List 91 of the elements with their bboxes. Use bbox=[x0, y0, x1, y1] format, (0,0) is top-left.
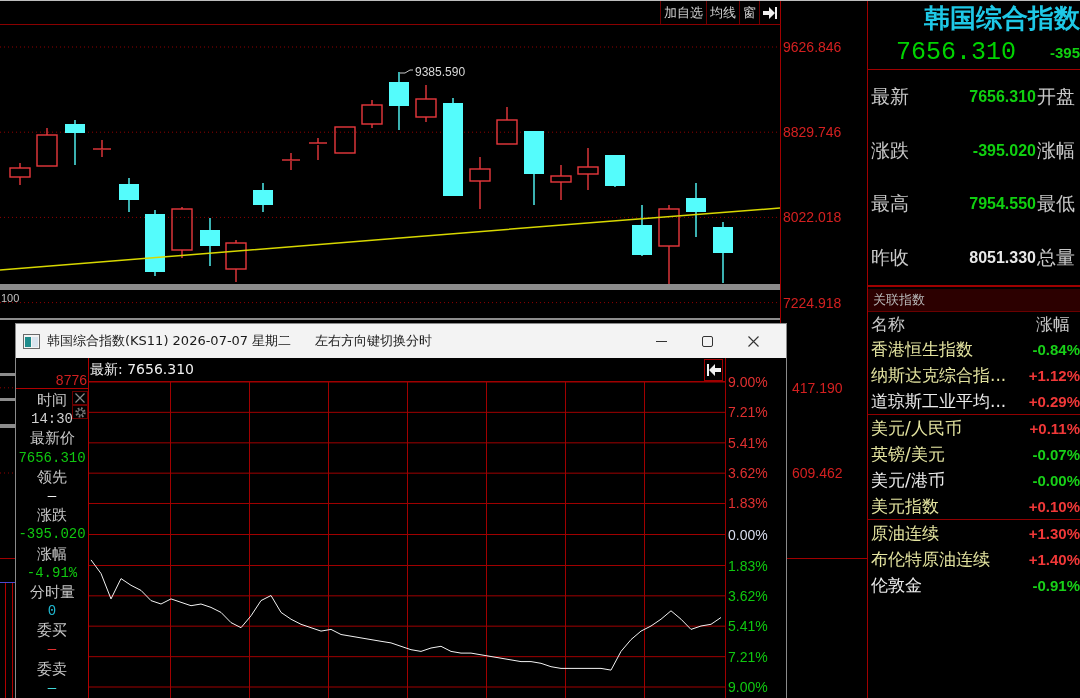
quote-label: 涨幅 bbox=[1036, 137, 1076, 163]
info-label: 涨幅 bbox=[37, 544, 67, 563]
settings-icon bbox=[74, 406, 86, 418]
index-name[interactable]: 原油连续 bbox=[871, 521, 939, 545]
index-name[interactable]: 美元/港币 bbox=[871, 468, 945, 492]
price-axis-label: 9626.846 bbox=[783, 39, 842, 55]
info-value: 7656.310 bbox=[18, 449, 86, 466]
axis-label: 0.00% bbox=[728, 526, 768, 543]
section-header: 关联指数 bbox=[868, 289, 1080, 312]
info-label: 委卖 bbox=[37, 659, 67, 678]
change-percent: -0.84% bbox=[1032, 340, 1080, 358]
axis-label: 9.00% bbox=[728, 374, 768, 390]
minimize-icon bbox=[655, 340, 667, 342]
price-axis-label: 7224.918 bbox=[783, 294, 842, 311]
price-axis-label: 8829.746 bbox=[783, 124, 842, 141]
price-axis-label: 8022.018 bbox=[783, 209, 842, 226]
change-percent: +0.11% bbox=[1029, 419, 1080, 437]
quote-label: 最低 bbox=[1036, 191, 1076, 217]
app-icon bbox=[23, 333, 40, 349]
quote-label: 开盘 bbox=[1036, 83, 1076, 109]
change-percent: -0.07% bbox=[1032, 445, 1080, 463]
price-axis-label: 417.190 bbox=[792, 379, 843, 396]
info-label: 领先 bbox=[37, 467, 67, 486]
scale-label: 8776 bbox=[55, 372, 87, 388]
column-header: 名称 bbox=[871, 312, 906, 336]
change-percent: +0.29% bbox=[1028, 392, 1080, 410]
quote-label: 昨收 bbox=[870, 245, 910, 271]
index-name[interactable]: 美元/人民币 bbox=[871, 416, 962, 440]
panel-toggle-button[interactable] bbox=[759, 1, 780, 24]
settings-button[interactable] bbox=[72, 405, 88, 419]
index-name[interactable]: 美元指数 bbox=[871, 494, 939, 518]
quote-label: 总量 bbox=[1036, 245, 1076, 271]
index-name[interactable]: 道琼斯工业平均... bbox=[871, 389, 1007, 413]
info-value: 14:30 bbox=[31, 411, 73, 428]
axis-label: 3.62% bbox=[728, 587, 768, 604]
axis-label: 9.00% bbox=[728, 679, 768, 695]
change-percent: +1.40% bbox=[1028, 550, 1080, 568]
toolbar-button[interactable]: 加自选 bbox=[660, 1, 706, 24]
price-change: -395 bbox=[1049, 43, 1080, 61]
hint-text: 左右方向键切换分时 bbox=[315, 332, 433, 350]
quote-label: 最新 bbox=[870, 83, 910, 109]
column-header: 涨幅 bbox=[1036, 312, 1071, 336]
price-axis-label: 609.462 bbox=[792, 465, 843, 481]
last-price: 7656.310 bbox=[895, 37, 1017, 67]
info-value: — bbox=[47, 487, 57, 504]
info-label: 最新价 bbox=[29, 429, 75, 448]
change-percent: +0.10% bbox=[1028, 497, 1080, 515]
close-icon bbox=[747, 335, 759, 347]
maximize-icon bbox=[701, 335, 713, 347]
info-value: -4.91% bbox=[26, 564, 78, 581]
index-name[interactable]: 英镑/美元 bbox=[871, 442, 945, 466]
axis-label: 1.83% bbox=[728, 495, 768, 512]
info-label: 时间 bbox=[37, 391, 67, 409]
info-label: 分时量 bbox=[29, 582, 75, 601]
info-label: 涨跌 bbox=[37, 506, 67, 525]
index-name[interactable]: 伦敦金 bbox=[871, 573, 922, 597]
back-button[interactable] bbox=[704, 358, 723, 381]
arrow-to-bar-icon bbox=[763, 6, 777, 19]
info-label: 委买 bbox=[37, 621, 67, 640]
axis-label: 5.41% bbox=[728, 618, 768, 635]
quote-value: -395.020 bbox=[972, 141, 1036, 160]
toolbar-button[interactable]: 窗 bbox=[739, 1, 759, 24]
change-percent: -0.91% bbox=[1032, 576, 1080, 594]
window-title: 韩国综合指数(KS11) 2026-07-07 星期二 bbox=[47, 332, 292, 350]
change-percent: +1.30% bbox=[1028, 524, 1080, 542]
index-name[interactable]: 纳斯达克综合指... bbox=[871, 363, 1007, 387]
index-name[interactable]: 布伦特原油连续 bbox=[871, 547, 990, 571]
volume-scale-label: 100 bbox=[1, 292, 20, 304]
arrow-to-bar-icon bbox=[706, 363, 721, 376]
quote-value: 7954.550 bbox=[969, 195, 1036, 214]
axis-label: 1.83% bbox=[728, 557, 768, 574]
quote-label: 最高 bbox=[870, 191, 910, 217]
quote-value: 8051.330 bbox=[969, 249, 1036, 268]
index-name[interactable]: 香港恒生指数 bbox=[871, 337, 973, 361]
info-value: 0 bbox=[47, 603, 57, 620]
info-value: -395.020 bbox=[18, 526, 86, 543]
latest-price-text: 最新: 7656.310 bbox=[89, 360, 194, 379]
info-value: — bbox=[47, 641, 57, 658]
axis-label: 3.62% bbox=[728, 465, 768, 482]
change-percent: -0.00% bbox=[1032, 471, 1080, 489]
close-icon bbox=[75, 393, 85, 403]
close-button[interactable] bbox=[72, 391, 88, 405]
quote-label: 涨跌 bbox=[870, 137, 910, 163]
axis-label: 7.21% bbox=[728, 404, 768, 421]
change-percent: +1.12% bbox=[1028, 366, 1080, 384]
axis-label: 7.21% bbox=[728, 648, 768, 665]
info-value: — bbox=[47, 679, 57, 696]
toolbar-button[interactable]: 均线 bbox=[706, 1, 739, 24]
axis-label: 5.41% bbox=[728, 434, 768, 451]
quote-value: 7656.310 bbox=[969, 87, 1036, 106]
index-title: 韩国综合指数 bbox=[923, 2, 1080, 35]
